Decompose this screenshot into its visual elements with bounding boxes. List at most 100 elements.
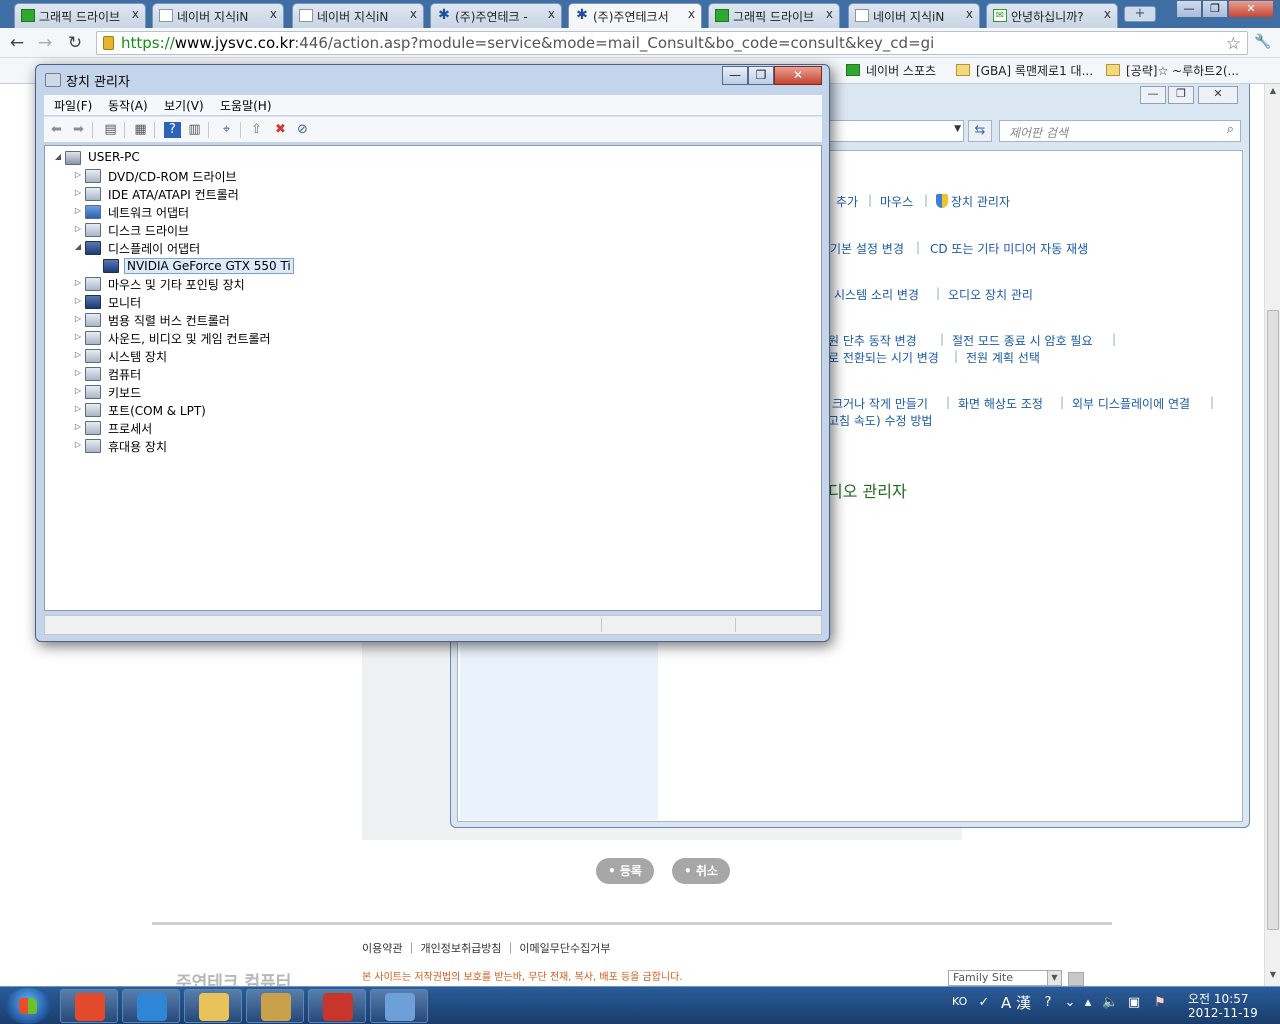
tree-root[interactable]: ◢ USER-PC xyxy=(53,149,173,167)
bookmark-item[interactable]: 네이버 스포츠 xyxy=(846,62,936,79)
cp-link-refresh-rate[interactable]: 고침 속도) 수정 방법 xyxy=(828,412,932,429)
bookmark-star-icon[interactable]: ☆ xyxy=(1226,33,1241,54)
update-driver-icon[interactable]: ⇧ xyxy=(248,122,265,138)
show-hidden-icons-icon[interactable]: ▴ xyxy=(1080,995,1096,1011)
taskbar-app-chrome[interactable] xyxy=(60,989,118,1023)
tab-close-icon[interactable]: x xyxy=(270,7,277,21)
cp-category-heading[interactable]: 디오 관리자 xyxy=(828,478,907,502)
show-hide-tree-icon[interactable]: ▤ xyxy=(102,122,119,138)
expand-arrow-icon[interactable]: ▷ xyxy=(73,350,83,359)
cp-link-sleep-timing[interactable]: 로 전환되는 시기 변경 xyxy=(828,349,939,366)
cp-link-external-display[interactable]: 외부 디스플레이에 연결 xyxy=(1072,395,1190,412)
address-bar[interactable]: https://www.jysvc.co.kr:446/action.asp?m… xyxy=(96,31,1248,55)
browser-tab-active[interactable]: ✱ (주)주연테크서 x xyxy=(568,3,702,28)
tree-category[interactable]: ▷ 프로세서 xyxy=(73,419,333,437)
browser-tab[interactable]: ✉ 안녕하십니까? x xyxy=(986,3,1118,28)
cp-link-system-sounds[interactable]: 시스템 소리 변경 xyxy=(834,286,919,303)
browser-close-button[interactable]: ✕ xyxy=(1228,0,1274,18)
expand-arrow-icon[interactable]: ▷ xyxy=(73,278,83,287)
action-pane-icon[interactable]: ▥ xyxy=(186,122,203,138)
cancel-button[interactable]: • 취소 xyxy=(672,858,730,884)
cp-link-autoplay[interactable]: CD 또는 기타 미디어 자동 재생 xyxy=(930,240,1088,257)
browser-tab[interactable]: 네이버 지식iN x xyxy=(152,3,284,28)
cp-link-default-settings[interactable]: 기본 설정 변경 xyxy=(830,240,904,257)
expand-arrow-icon[interactable]: ▷ xyxy=(73,386,83,395)
browser-tab[interactable]: 네이버 지식iN x xyxy=(848,3,980,28)
dm-minimize-button[interactable]: — xyxy=(722,66,748,85)
expand-arrow-icon[interactable]: ▷ xyxy=(73,188,83,197)
disable-device-icon[interactable]: ⊘ xyxy=(294,122,311,138)
action-center-icon[interactable]: ⚑ xyxy=(1152,995,1168,1011)
expand-arrow-icon[interactable]: ▷ xyxy=(73,314,83,323)
help-icon[interactable]: ? xyxy=(1040,995,1056,1011)
taskbar-app-internet-explorer[interactable] xyxy=(122,989,180,1023)
back-arrow-icon[interactable]: ← xyxy=(6,32,28,54)
clock-time[interactable]: 오전 10:57 xyxy=(1188,990,1248,1007)
tab-close-icon[interactable]: x xyxy=(410,7,417,21)
cp-link-power-plan[interactable]: 전원 계획 선택 xyxy=(966,349,1040,366)
tab-close-icon[interactable]: x xyxy=(966,7,973,21)
expand-arrow-icon[interactable]: ▷ xyxy=(73,206,83,215)
clock-date[interactable]: 2012-11-19 xyxy=(1188,1006,1258,1020)
scan-hardware-icon[interactable]: ⌖ xyxy=(218,122,235,138)
ime-options-icon[interactable]: ⌄ xyxy=(1062,995,1078,1011)
tree-category[interactable]: ▷ 디스크 드라이브 xyxy=(73,221,333,239)
reload-icon[interactable]: ↻ xyxy=(64,32,86,54)
menu-help[interactable]: 도움말(H) xyxy=(220,97,272,114)
menu-file[interactable]: 파일(F) xyxy=(54,97,92,114)
expand-arrow-icon[interactable]: ▷ xyxy=(73,368,83,377)
tab-close-icon[interactable]: x xyxy=(548,7,555,21)
browser-tab[interactable]: 그래픽 드라이브 x xyxy=(14,3,146,28)
expand-arrow-icon[interactable]: ▷ xyxy=(73,422,83,431)
network-icon[interactable]: ▣ xyxy=(1126,995,1142,1011)
page-scrollbar[interactable]: ▲ ▼ xyxy=(1264,84,1280,986)
scroll-down-icon[interactable]: ▼ xyxy=(1265,970,1280,979)
taskbar-app-toolbox[interactable] xyxy=(308,989,366,1023)
ime-mode-icon[interactable]: A 漢 xyxy=(996,995,1036,1011)
help-icon[interactable]: ? xyxy=(164,122,181,138)
browser-tab[interactable]: 네이버 지식iN x xyxy=(292,3,424,28)
bookmark-item[interactable]: [공략]☆ ~루하트2(... xyxy=(1106,62,1239,79)
cp-link-wake-password[interactable]: 절전 모드 종료 시 암호 필요 xyxy=(952,332,1093,349)
dm-maximize-button[interactable]: ❐ xyxy=(748,66,774,85)
tree-category[interactable]: ▷ 네트워크 어댑터 xyxy=(73,203,333,221)
cp-minimize-button[interactable]: — xyxy=(1140,86,1166,104)
menu-action[interactable]: 동작(A) xyxy=(108,97,148,114)
properties-icon[interactable]: ▦ xyxy=(132,122,149,138)
taskbar-app-explorer[interactable] xyxy=(184,989,242,1023)
expand-arrow-icon[interactable]: ▷ xyxy=(73,332,83,341)
back-arrow-icon[interactable]: ⬅ xyxy=(48,122,65,138)
cp-close-button[interactable]: ✕ xyxy=(1198,86,1238,104)
tree-category[interactable]: ▷ 사운드, 비디오 및 게임 컨트롤러 xyxy=(73,329,333,347)
cp-link-power-button[interactable]: 원 단추 동작 변경 xyxy=(828,332,917,349)
ime-settings-icon[interactable]: ✓ xyxy=(976,995,992,1011)
collapse-arrow-icon[interactable]: ◢ xyxy=(73,242,83,251)
family-site-select[interactable]: Family Site ▼ xyxy=(948,970,1062,986)
tab-close-icon[interactable]: x xyxy=(688,7,695,21)
cp-link-mouse[interactable]: 마우스 xyxy=(880,193,913,210)
submit-button[interactable]: • 등록 xyxy=(596,858,654,884)
tab-close-icon[interactable]: x xyxy=(1104,7,1111,21)
dm-close-button[interactable]: ✕ xyxy=(774,66,822,85)
tree-category[interactable]: ▷ 모니터 xyxy=(73,293,333,311)
tree-category[interactable]: ▷ IDE ATA/ATAPI 컨트롤러 xyxy=(73,185,333,203)
tree-category[interactable]: ▷ 마우스 및 기타 포인팅 장치 xyxy=(73,275,333,293)
tree-category[interactable]: ▷ 시스템 장치 xyxy=(73,347,333,365)
forward-arrow-icon[interactable]: ➡ xyxy=(70,122,87,138)
tree-category[interactable]: ▷ 휴대용 장치 xyxy=(73,437,333,455)
expand-arrow-icon[interactable]: ▷ xyxy=(73,170,83,179)
tree-category[interactable]: ▷ 컴퓨터 xyxy=(73,365,333,383)
cp-link-text-size[interactable]: 크거나 작게 만들기 xyxy=(832,395,928,412)
tab-close-icon[interactable]: x xyxy=(132,7,139,21)
tree-category[interactable]: ◢ 디스플레이 어댑터 xyxy=(73,239,333,257)
expand-arrow-icon[interactable]: ▷ xyxy=(73,440,83,449)
uninstall-device-icon[interactable]: ✖ xyxy=(272,122,289,138)
forward-arrow-icon[interactable]: → xyxy=(34,32,56,54)
bookmark-item[interactable]: [GBA] 록맨제로1 대... xyxy=(956,62,1093,79)
browser-tab[interactable]: 그래픽 드라이브 x xyxy=(708,3,840,28)
menu-view[interactable]: 보기(V) xyxy=(164,97,204,114)
ime-language[interactable]: KO xyxy=(952,995,967,1008)
tree-device-item[interactable]: NVIDIA GeForce GTX 550 Ti xyxy=(91,257,351,275)
cp-link-audio-devices[interactable]: 오디오 장치 관리 xyxy=(948,286,1033,303)
tree-category[interactable]: ▷ 범용 직렬 버스 컨트롤러 xyxy=(73,311,333,329)
